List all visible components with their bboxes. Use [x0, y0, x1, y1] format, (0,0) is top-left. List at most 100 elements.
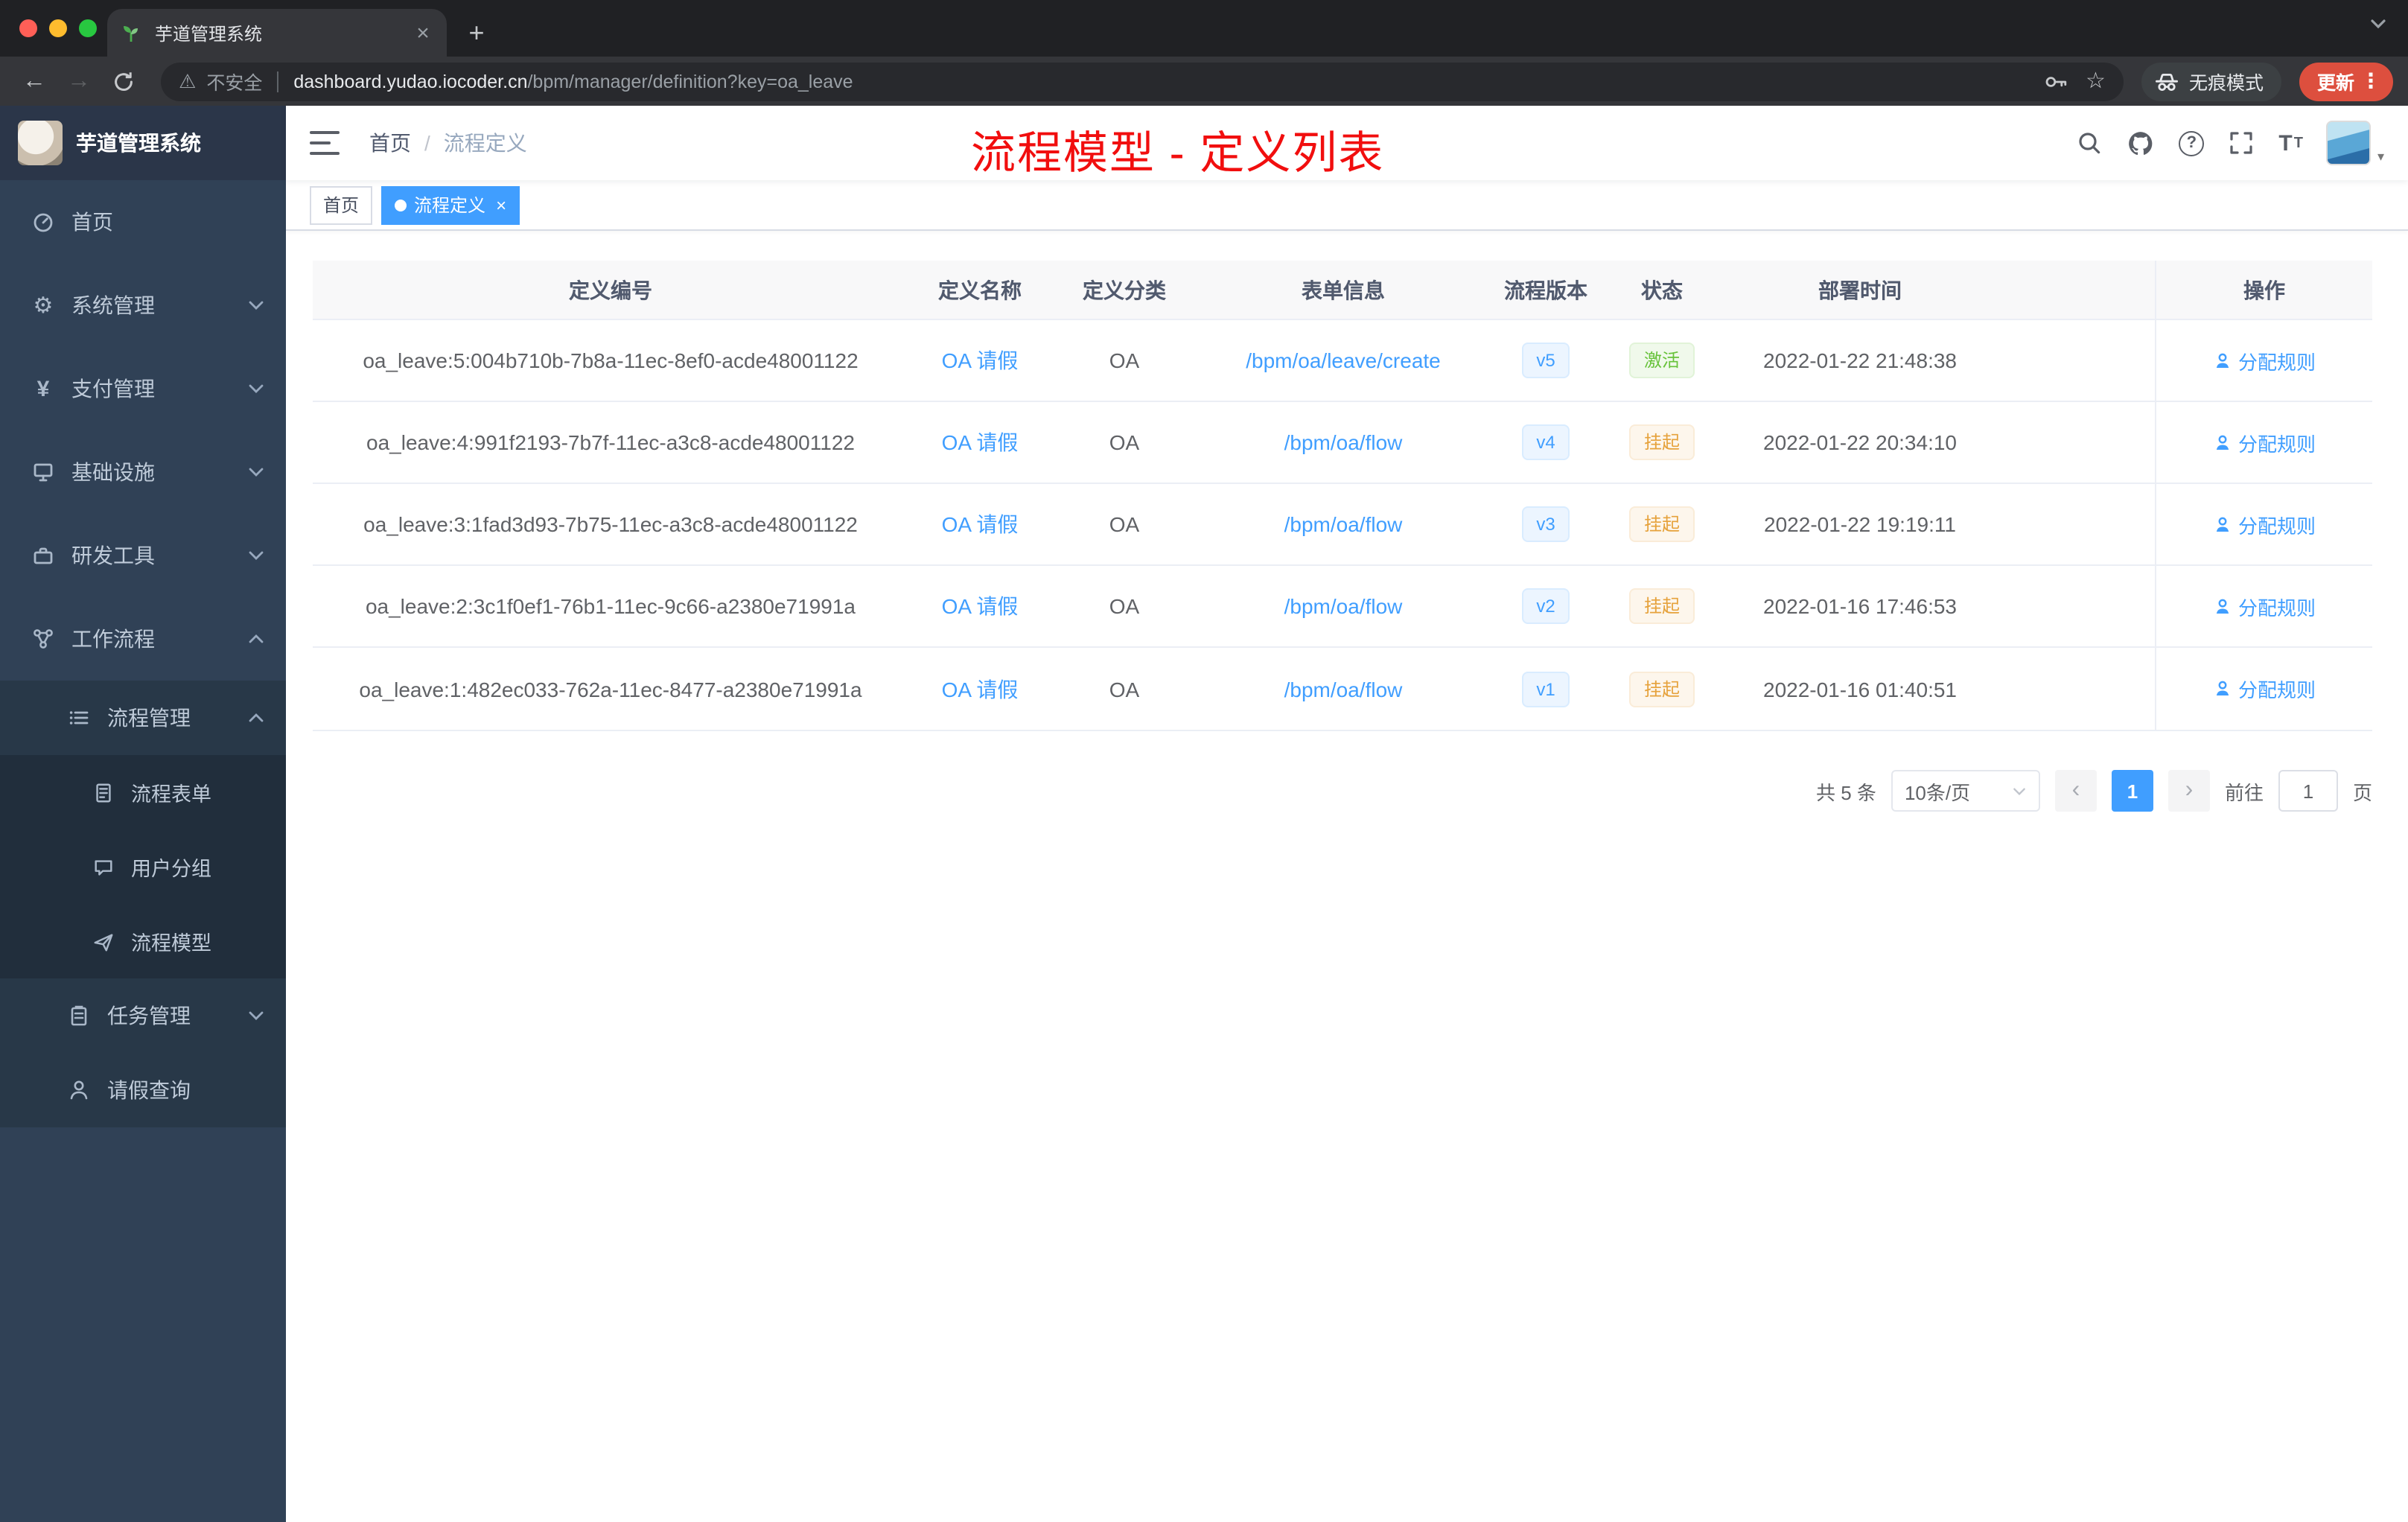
version-badge: v5 — [1521, 343, 1570, 378]
fullscreen-icon[interactable] — [2228, 130, 2255, 156]
form-info-link[interactable]: /bpm/oa/flow — [1284, 512, 1403, 536]
form-info-link[interactable]: /bpm/oa/flow — [1284, 677, 1403, 701]
url-divider — [277, 71, 279, 92]
search-icon[interactable] — [2076, 130, 2103, 156]
main-area: 首页 / 流程定义 流程模型 - 定义列表 ? T T ▾ 首页 流程定义 × … — [286, 106, 2408, 1522]
infrastructure-icon — [30, 460, 57, 484]
version-badge: v2 — [1521, 588, 1570, 624]
page-number-button[interactable]: 1 — [2111, 770, 2153, 812]
form-info-link[interactable]: /bpm/oa/flow — [1284, 430, 1403, 454]
assign-rule-link[interactable]: 分配规则 — [2213, 510, 2316, 538]
breadcrumb-home[interactable]: 首页 — [369, 128, 411, 158]
definition-name-link[interactable]: OA 请假 — [942, 509, 1019, 539]
forward-button[interactable] — [60, 62, 98, 101]
sidebar-logo[interactable]: 芋道管理系统 — [0, 106, 286, 180]
select-caret-icon — [2013, 787, 2025, 795]
assign-rule-label: 分配规则 — [2237, 433, 2316, 455]
deploy-time: 2022-01-22 20:34:10 — [1763, 430, 1957, 454]
github-icon[interactable] — [2127, 129, 2155, 157]
version-badge: v1 — [1521, 671, 1570, 707]
chevron-down-icon — [247, 299, 265, 311]
table-row: oa_leave:1:482ec033-762a-11ec-8477-a2380… — [313, 648, 2372, 730]
browser-tab[interactable]: 芋道管理系统 — [107, 9, 447, 57]
leave-query-icon — [66, 1078, 92, 1102]
sidebar-item-infrastructure[interactable]: 基础设施 — [0, 430, 286, 514]
assign-rule-link[interactable]: 分配规则 — [2213, 428, 2316, 456]
hamburger-icon[interactable] — [310, 131, 340, 155]
definition-id: oa_leave:5:004b710b-7b8a-11ec-8ef0-acde4… — [363, 348, 859, 372]
goto-page-input[interactable] — [2278, 770, 2338, 812]
definition-category: OA — [1109, 348, 1140, 372]
window-zoom-button[interactable] — [79, 19, 97, 37]
sidebar-item-devtools[interactable]: 研发工具 — [0, 514, 286, 597]
sidebar-item-label: 基础设施 — [71, 460, 155, 484]
security-warning-icon[interactable] — [179, 69, 196, 93]
help-icon[interactable] — [2179, 130, 2205, 156]
reload-button[interactable] — [104, 62, 143, 101]
url-host: dashboard.yudao.iocoder.cn — [293, 71, 528, 92]
page-size-select[interactable]: 10条/页 — [1891, 770, 2040, 812]
assign-rule-link[interactable]: 分配规则 — [2213, 346, 2316, 375]
window-minimize-button[interactable] — [49, 19, 67, 37]
tag-close-icon[interactable] — [496, 194, 506, 215]
chevron-down-icon — [247, 1010, 265, 1022]
sidebar-item-workflow[interactable]: 工作流程 — [0, 597, 286, 681]
version-badge: v4 — [1521, 424, 1570, 460]
assign-rule-link[interactable]: 分配规则 — [2213, 592, 2316, 620]
sidebar-item-label: 系统管理 — [71, 293, 155, 317]
assign-rule-link[interactable]: 分配规则 — [2213, 675, 2316, 703]
screen: 芋道管理系统 不安全 dashboard.yudao.iocoder.cn/bp… — [0, 0, 2408, 1522]
deploy-time: 2022-01-16 17:46:53 — [1763, 594, 1957, 618]
definition-name-link[interactable]: OA 请假 — [942, 427, 1019, 457]
window-close-button[interactable] — [19, 19, 37, 37]
prev-page-button[interactable] — [2054, 770, 2097, 812]
sidebar-item-task-manage[interactable]: 任务管理 — [0, 978, 286, 1053]
definition-name-link[interactable]: OA 请假 — [942, 346, 1019, 375]
font-size-icon[interactable] — [2278, 130, 2303, 156]
column-header: 操作 — [2155, 261, 2372, 319]
goto-prefix: 前往 — [2224, 781, 2264, 803]
sidebar-item-system[interactable]: ⚙ 系统管理 — [0, 264, 286, 347]
definition-name-link[interactable]: OA 请假 — [942, 591, 1019, 621]
sidebar-item-user-group[interactable]: 用户分组 — [0, 830, 286, 904]
sidebar-item-label: 流程表单 — [131, 783, 211, 806]
form-info-link[interactable]: /bpm/oa/flow — [1284, 594, 1403, 618]
definition-table: 定义编号 定义名称 定义分类 表单信息 流程版本 状态 部署时间 操作 oa_l… — [313, 261, 2372, 731]
assign-rule-label: 分配规则 — [2237, 515, 2316, 537]
tab-title: 芋道管理系统 — [155, 23, 263, 44]
table-row: oa_leave:5:004b710b-7b8a-11ec-8ef0-acde4… — [313, 320, 2372, 402]
tab-close-icon[interactable] — [411, 20, 435, 45]
column-header: 定义名称 — [938, 278, 1022, 302]
sidebar-item-home[interactable]: 首页 — [0, 180, 286, 264]
definition-name-link[interactable]: OA 请假 — [942, 674, 1019, 704]
definition-category: OA — [1109, 594, 1140, 618]
sidebar-item-process-model[interactable]: 流程模型 — [0, 904, 286, 978]
tag-process-definition[interactable]: 流程定义 — [381, 185, 520, 224]
app-root: 芋道管理系统 首页 ⚙ 系统管理 ¥ 支付管理 基础设施 研发工具 工作流程 流… — [0, 106, 2408, 1522]
back-button[interactable] — [15, 62, 54, 101]
security-label[interactable]: 不安全 — [206, 67, 262, 95]
browser-update-button[interactable]: 更新 — [2299, 62, 2393, 101]
tab-search-chevron-icon[interactable] — [2369, 18, 2387, 30]
next-page-button[interactable] — [2167, 770, 2210, 812]
address-bar[interactable]: 不安全 dashboard.yudao.iocoder.cn/bpm/manag… — [161, 62, 2124, 101]
url-text[interactable]: dashboard.yudao.iocoder.cn/bpm/manager/d… — [293, 71, 2032, 92]
bookmark-star-icon[interactable] — [2086, 67, 2106, 95]
incognito-profile-chip[interactable]: 无痕模式 — [2141, 62, 2281, 101]
column-header: 定义分类 — [1083, 278, 1166, 302]
deploy-time: 2022-01-16 01:40:51 — [1763, 677, 1957, 701]
tag-home[interactable]: 首页 — [310, 185, 373, 224]
sidebar-item-process-form[interactable]: 流程表单 — [0, 755, 286, 830]
new-tab-button[interactable] — [456, 12, 497, 54]
form-info-link[interactable]: /bpm/oa/leave/create — [1246, 348, 1441, 372]
passwords-key-icon[interactable] — [2042, 69, 2068, 94]
sidebar-item-payment[interactable]: ¥ 支付管理 — [0, 347, 286, 430]
user-group-icon — [89, 856, 116, 878]
sidebar-item-leave-query[interactable]: 请假查询 — [0, 1053, 286, 1127]
tab-favicon-icon — [119, 21, 143, 45]
browser-menu-kebab-icon[interactable] — [2360, 69, 2381, 94]
user-avatar-menu[interactable]: ▾ — [2326, 121, 2384, 165]
status-badge: 挂起 — [1628, 424, 1695, 460]
pagination: 共 5 条 10条/页 1 前往 页 — [313, 770, 2372, 812]
sidebar-item-process-manage[interactable]: 流程管理 — [0, 681, 286, 755]
